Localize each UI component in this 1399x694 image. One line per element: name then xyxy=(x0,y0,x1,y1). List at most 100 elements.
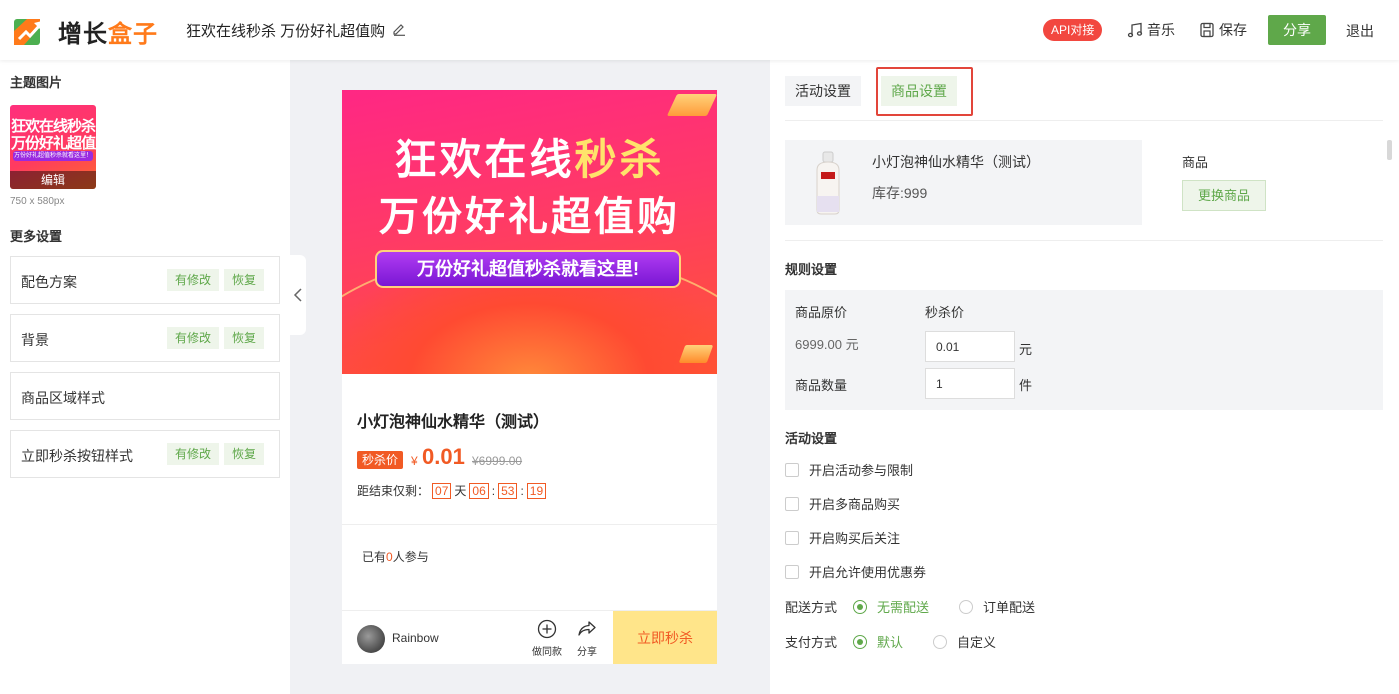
radio-label[interactable]: 无需配送 xyxy=(877,597,929,616)
countdown-sep: : xyxy=(520,483,524,498)
tab-highlight-box xyxy=(876,67,973,116)
preview-bottom-bar: Rainbow 做同款 分享 立即秒杀 xyxy=(342,610,717,664)
quantity-unit: 件 xyxy=(1019,378,1033,393)
currency-symbol: ¥ xyxy=(411,454,418,468)
share-button[interactable]: 分享 xyxy=(1268,15,1326,45)
logo-icon xyxy=(14,19,42,45)
setting-row-color-scheme[interactable]: 配色方案 有修改 恢复 xyxy=(10,256,280,304)
tab-activity-settings[interactable]: 活动设置 xyxy=(785,76,861,106)
mobile-preview: 狂欢在线秒杀 万份好礼超值购 万份好礼超值秒杀就看这里! 小灯泡神仙水精华（测试… xyxy=(342,90,717,664)
banner-headline: 狂欢在线秒杀 xyxy=(394,136,665,183)
countdown-hours: 06 xyxy=(469,482,489,499)
banner-subheadline: 万份好礼超值购 xyxy=(379,195,680,239)
price-unit: 元 xyxy=(1019,342,1033,357)
divider xyxy=(342,524,717,525)
theme-image-thumbnail[interactable]: 狂欢在线秒杀 万份好礼超值购 万份好礼超值秒杀就看这里！ 编辑 xyxy=(10,105,96,189)
theme-image-title: 主题图片 xyxy=(10,75,63,90)
edit-title-icon[interactable] xyxy=(392,22,406,36)
checkbox-allow-coupons[interactable]: 开启允许使用优惠券 xyxy=(785,562,926,581)
radio-label[interactable]: 默认 xyxy=(877,632,903,651)
selected-product-card: 小灯泡神仙水精华（测试） 库存:999 xyxy=(785,140,1142,225)
checkbox-follow-after-purchase[interactable]: 开启购买后关注 xyxy=(785,528,900,547)
api-badge[interactable]: API对接 xyxy=(1043,19,1103,41)
quantity-input[interactable] xyxy=(925,368,1015,399)
checkbox[interactable] xyxy=(785,530,799,545)
thumb-line3: 万份好礼超值秒杀就看这里！ xyxy=(13,151,93,161)
save-label: 保存 xyxy=(1219,22,1247,38)
music-button[interactable]: 音乐 xyxy=(1127,20,1175,40)
collapse-panel-button[interactable] xyxy=(290,255,306,335)
setting-row-label: 商品区域样式 xyxy=(21,390,105,406)
participants-text: 已有0人参与 xyxy=(362,550,429,564)
divider xyxy=(785,240,1383,241)
checkbox[interactable] xyxy=(785,496,799,511)
product-stock: 库存:999 xyxy=(872,185,928,201)
more-settings-title: 更多设置 xyxy=(10,229,63,244)
countdown-label: 距结束仅剩： xyxy=(357,484,430,498)
scrollbar-thumb[interactable] xyxy=(1387,140,1392,160)
setting-row-product-area-style[interactable]: 商品区域样式 xyxy=(10,372,280,420)
radio-no-delivery[interactable] xyxy=(853,599,868,614)
modified-tag: 有修改 xyxy=(167,269,220,291)
preview-area: 狂欢在线秒杀 万份好礼超值购 万份好礼超值秒杀就看这里! 小灯泡神仙水精华（测试… xyxy=(290,60,770,694)
decor-cube xyxy=(666,94,717,116)
plus-circle-icon xyxy=(537,619,557,639)
checkbox[interactable] xyxy=(785,462,799,477)
top-bar: 增长盒子 狂欢在线秒杀 万份好礼超值购 API对接 音乐 保存 分享 退出 xyxy=(0,0,1399,60)
page-title: 狂欢在线秒杀 万份好礼超值购 xyxy=(186,23,386,40)
original-price-label: 商品原价 xyxy=(795,305,848,320)
save-button[interactable]: 保存 xyxy=(1199,20,1247,40)
restore-button[interactable]: 恢复 xyxy=(224,443,265,465)
share-label: 分享 xyxy=(577,647,597,658)
setting-row-background[interactable]: 背景 有修改 恢复 xyxy=(10,314,280,362)
checkbox-multi-purchase[interactable]: 开启多商品购买 xyxy=(785,494,900,513)
setting-row-buy-button-style[interactable]: 立即秒杀按钮样式 有修改 恢复 xyxy=(10,430,280,478)
radio-label[interactable]: 自定义 xyxy=(957,632,996,651)
thumb-size-hint: 750 x 580px xyxy=(10,196,65,207)
logo-text: 增长盒子 xyxy=(58,14,158,49)
buy-now-button[interactable]: 立即秒杀 xyxy=(613,611,717,664)
seckill-price-label: 秒杀价 xyxy=(925,305,965,320)
restore-button[interactable]: 恢复 xyxy=(224,269,265,291)
product-name: 小灯泡神仙水精华（测试） xyxy=(872,154,1040,170)
radio-label[interactable]: 订单配送 xyxy=(983,597,1035,616)
preview-product-name: 小灯泡神仙水精华（测试） xyxy=(357,414,550,431)
share-icon xyxy=(578,621,596,636)
exit-button[interactable]: 退出 xyxy=(1346,21,1374,41)
radio-order-delivery[interactable] xyxy=(959,599,974,614)
rule-settings-title: 规则设置 xyxy=(785,262,838,277)
countdown-seconds: 19 xyxy=(526,482,547,499)
setting-row-label: 配色方案 xyxy=(21,274,77,290)
modified-tag: 有修改 xyxy=(167,327,220,349)
modified-tag: 有修改 xyxy=(167,443,220,465)
countdown-sep: : xyxy=(491,483,496,498)
restore-button[interactable]: 恢复 xyxy=(224,327,265,349)
checkbox[interactable] xyxy=(785,564,799,579)
payment-method-row: 支付方式 默认 自定义 xyxy=(785,632,996,651)
checkbox-participation-limit[interactable]: 开启活动参与限制 xyxy=(785,460,913,479)
radio-payment-default[interactable] xyxy=(853,634,868,649)
delivery-label: 配送方式 xyxy=(785,600,838,615)
product-label: 商品 xyxy=(1182,155,1209,170)
music-label: 音乐 xyxy=(1147,22,1175,38)
thumb-edit-button[interactable]: 编辑 xyxy=(10,171,96,189)
save-icon xyxy=(1200,22,1214,38)
day-unit: 天 xyxy=(454,484,467,498)
divider xyxy=(785,120,1383,121)
same-style-button[interactable]: 做同款 xyxy=(527,619,567,658)
thumb-line2: 万份好礼超值购 xyxy=(11,135,96,152)
setting-row-label: 立即秒杀按钮样式 xyxy=(21,448,133,464)
chevron-left-icon xyxy=(293,288,302,302)
right-settings-panel: 活动设置 商品设置 小灯泡神仙水精华（测试） 库存:999 商品 更换商品 规则… xyxy=(770,60,1399,694)
seckill-price-tag: 秒杀价 xyxy=(357,451,404,469)
left-settings-panel: 主题图片 狂欢在线秒杀 万份好礼超值购 万份好礼超值秒杀就看这里！ 编辑 750… xyxy=(0,60,290,694)
delivery-method-row: 配送方式 无需配送 订单配送 xyxy=(785,597,1035,616)
radio-payment-custom[interactable] xyxy=(933,634,948,649)
username: Rainbow xyxy=(392,631,439,645)
seckill-price-input[interactable] xyxy=(925,331,1015,362)
preview-share-button[interactable]: 分享 xyxy=(567,619,607,658)
swap-product-button[interactable]: 更换商品 xyxy=(1182,180,1266,211)
seckill-price: 0.01 xyxy=(422,444,465,469)
rule-settings-box: 商品原价 秒杀价 6999.00 元 元 商品数量 件 xyxy=(785,290,1383,410)
original-price-value: 6999.00 元 xyxy=(795,337,859,352)
